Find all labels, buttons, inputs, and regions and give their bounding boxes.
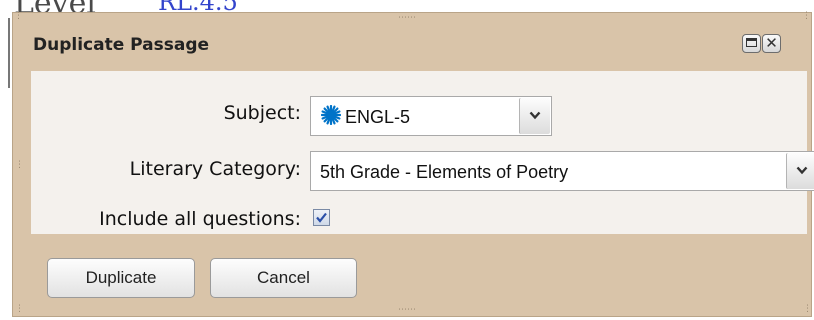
background-divider bbox=[8, 18, 10, 88]
duplicate-passage-dialog: ⋮ ⋯⋯ ⋮ ⋮ ⋮ ⋮ ⋯⋯ ⋮ Duplicate Passage ✕ Su… bbox=[12, 12, 814, 317]
literary-category-value: 5th Grade - Elements of Poetry bbox=[320, 162, 569, 182]
subject-select[interactable]: ENGL-5 bbox=[310, 96, 552, 136]
close-icon: ✕ bbox=[765, 34, 778, 52]
dialog-title: Duplicate Passage bbox=[33, 35, 210, 55]
duplicate-button[interactable]: Duplicate bbox=[47, 258, 195, 298]
close-button[interactable]: ✕ bbox=[762, 34, 781, 53]
include-all-questions-label: Include all questions: bbox=[99, 208, 301, 230]
include-all-questions-checkbox[interactable] bbox=[313, 209, 330, 226]
chevron-down-icon bbox=[796, 166, 808, 175]
literary-category-select[interactable]: 5th Grade - Elements of Poetry bbox=[310, 151, 814, 191]
cancel-button[interactable]: Cancel bbox=[210, 258, 357, 298]
dialog-body: Subject: ENGL-5 Literary Category: 5th G… bbox=[31, 71, 814, 234]
resize-grip-left[interactable]: ⋮ bbox=[15, 161, 24, 170]
subject-label: Subject: bbox=[223, 102, 301, 124]
restore-window-icon bbox=[746, 38, 757, 47]
chevron-down-icon bbox=[529, 111, 541, 120]
resize-grip-bottom-left[interactable]: ⋮ bbox=[15, 305, 24, 314]
subject-dropdown-button[interactable] bbox=[519, 98, 550, 134]
subject-select-value: ENGL-5 bbox=[345, 107, 411, 127]
resize-grip-bottom[interactable]: ⋯⋯ bbox=[398, 306, 416, 315]
dialog-titlebar[interactable]: Duplicate Passage ✕ bbox=[13, 13, 811, 71]
checkmark-icon bbox=[316, 212, 327, 223]
resize-grip-bottom-right[interactable]: ⋮ bbox=[803, 305, 812, 314]
literary-category-label: Literary Category: bbox=[129, 158, 301, 180]
restore-window-button[interactable] bbox=[742, 34, 761, 53]
literary-category-dropdown-button[interactable] bbox=[786, 153, 814, 189]
asterisk-star-icon bbox=[321, 105, 341, 125]
